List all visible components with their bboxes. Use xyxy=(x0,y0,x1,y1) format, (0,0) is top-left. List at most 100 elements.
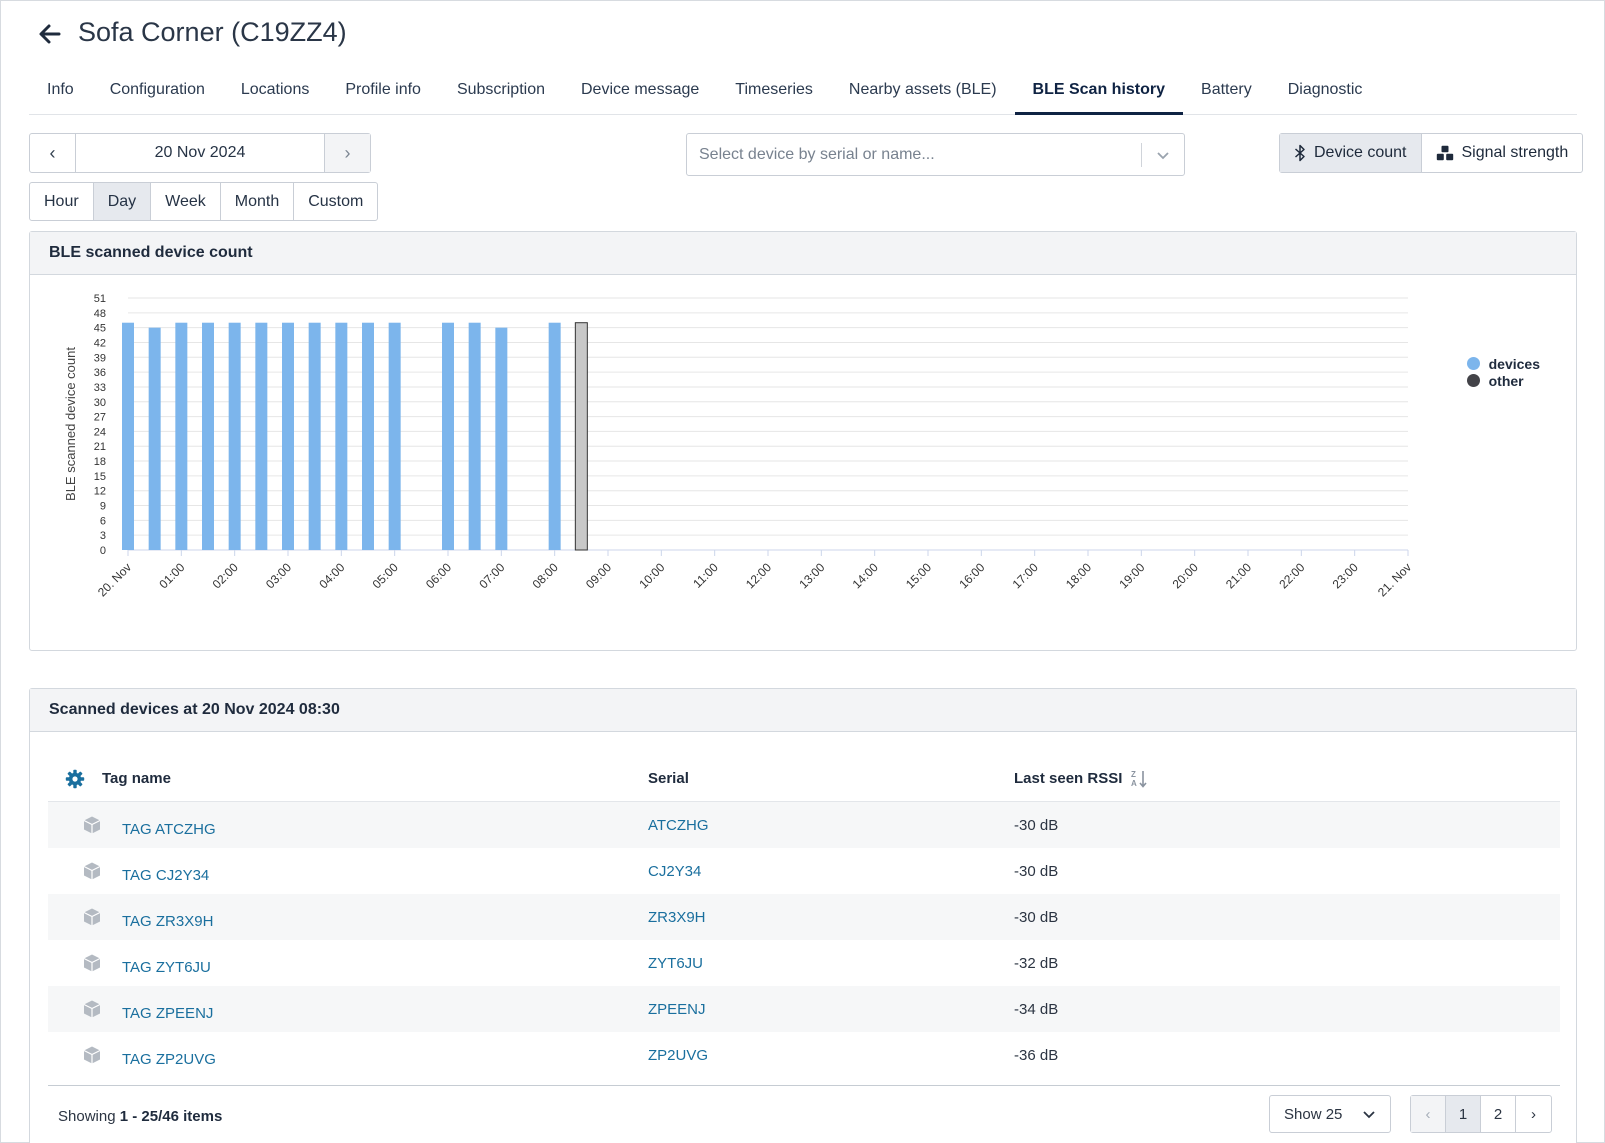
svg-text:Z: Z xyxy=(1131,770,1136,779)
tag-name-link[interactable]: TAG ATCZHG xyxy=(122,813,648,838)
sort-desc-icon[interactable]: Z A xyxy=(1130,769,1148,789)
tab-ble-scan-history[interactable]: BLE Scan history xyxy=(1014,73,1184,115)
chart-bar xyxy=(175,322,188,550)
serial-link[interactable]: ATCZHG xyxy=(648,817,1014,834)
x-tick-label: 23:00 xyxy=(1330,560,1361,591)
serial-link[interactable]: ZPEENJ xyxy=(648,1001,1014,1018)
arrow-left-icon xyxy=(39,24,61,44)
tag-name-link[interactable]: TAG ZP2UVG xyxy=(122,1043,648,1068)
column-header-serial[interactable]: Serial xyxy=(648,770,1014,787)
y-tick-label: 3 xyxy=(100,530,106,542)
chart-bar xyxy=(255,322,268,550)
cubes-icon xyxy=(1436,145,1453,160)
table-row[interactable]: TAG ZYT6JU ZYT6JU -32 dB xyxy=(48,940,1560,986)
signal-strength-button[interactable]: Signal strength xyxy=(1422,134,1583,172)
row-icon-cell xyxy=(48,861,102,881)
row-icon-cell xyxy=(48,953,102,973)
chevron-down-icon xyxy=(1363,1111,1375,1119)
column-header-rssi[interactable]: Last seen RSSI Z A xyxy=(1014,769,1314,789)
svg-text:A: A xyxy=(1131,779,1137,788)
table-panel-title: Scanned devices at 20 Nov 2024 08:30 xyxy=(30,689,1576,732)
x-tick-label: 16:00 xyxy=(956,560,987,591)
pagination-info-prefix: Showing xyxy=(58,1108,120,1125)
table-row[interactable]: TAG ATCZHG ATCZHG -30 dB xyxy=(48,802,1560,848)
tab-battery[interactable]: Battery xyxy=(1183,73,1270,115)
column-header-tag-name[interactable]: Tag name xyxy=(102,770,648,787)
serial-link[interactable]: ZR3X9H xyxy=(648,909,1014,926)
x-tick-label: 13:00 xyxy=(796,560,827,591)
period-hour-button[interactable]: Hour xyxy=(30,183,94,220)
y-tick-label: 48 xyxy=(94,308,106,320)
cube-icon xyxy=(83,816,101,834)
tag-name-link[interactable]: TAG ZYT6JU xyxy=(122,951,648,976)
cube-icon xyxy=(83,1046,101,1064)
chart-bar xyxy=(282,322,294,550)
period-day-button[interactable]: Day xyxy=(93,183,152,220)
back-button[interactable] xyxy=(35,19,65,49)
legend-dot-other xyxy=(1466,374,1480,387)
serial-link[interactable]: ZYT6JU xyxy=(648,955,1014,972)
device-count-label: Device count xyxy=(1314,144,1407,161)
x-tick-label: 20. Nov xyxy=(95,560,134,599)
table-row[interactable]: TAG ZP2UVG ZP2UVG -36 dB xyxy=(48,1032,1560,1078)
x-tick-label: 21. Nov xyxy=(1375,560,1414,599)
chart-mode-toggle: Device count Signal strength xyxy=(1279,133,1584,173)
row-icon-cell xyxy=(48,999,102,1019)
current-date[interactable]: 20 Nov 2024 xyxy=(76,134,324,172)
chart-bar xyxy=(308,322,321,550)
x-tick-label: 15:00 xyxy=(903,560,934,591)
period-custom-button[interactable]: Custom xyxy=(294,183,377,220)
page-size-select[interactable]: Show 25 xyxy=(1269,1095,1391,1133)
serial-link[interactable]: CJ2Y34 xyxy=(648,863,1014,880)
next-page-button[interactable]: › xyxy=(1516,1096,1551,1132)
legend-label-other: other xyxy=(1488,372,1524,389)
table-settings-button[interactable] xyxy=(48,769,102,789)
serial-link[interactable]: ZP2UVG xyxy=(648,1047,1014,1064)
chart-bar xyxy=(468,322,481,550)
rssi-value: -34 dB xyxy=(1014,1000,1059,1018)
page-1-button[interactable]: 1 xyxy=(1446,1096,1481,1132)
tag-name-link[interactable]: TAG ZR3X9H xyxy=(122,905,648,930)
chart-panel-title: BLE scanned device count xyxy=(30,232,1576,275)
y-tick-label: 24 xyxy=(94,426,106,438)
tab-diagnostic[interactable]: Diagnostic xyxy=(1270,73,1381,115)
scanned-devices-panel: Scanned devices at 20 Nov 2024 08:30 Tag… xyxy=(29,688,1577,1143)
legend-label-devices: devices xyxy=(1488,355,1540,372)
tab-info[interactable]: Info xyxy=(29,73,92,115)
tab-timeseries[interactable]: Timeseries xyxy=(717,73,831,115)
device-count-button[interactable]: Device count xyxy=(1280,134,1422,172)
table-divider xyxy=(48,1085,1560,1086)
cube-icon xyxy=(83,954,101,972)
period-month-button[interactable]: Month xyxy=(221,183,295,220)
page-2-button[interactable]: 2 xyxy=(1481,1096,1516,1132)
y-tick-label: 45 xyxy=(94,323,106,335)
tab-nearby-assets[interactable]: Nearby assets (BLE) xyxy=(831,73,1015,115)
previous-page-button[interactable]: ‹ xyxy=(1411,1096,1446,1132)
chart-bar xyxy=(202,322,214,550)
y-tick-label: 27 xyxy=(94,412,106,424)
legend-item-devices[interactable]: devices xyxy=(1466,355,1540,372)
x-tick-label: 21:00 xyxy=(1223,560,1254,591)
table-row[interactable]: TAG CJ2Y34 CJ2Y34 -30 dB xyxy=(48,848,1560,894)
legend-dot-devices xyxy=(1466,357,1480,370)
table-row[interactable]: TAG ZR3X9H ZR3X9H -30 dB xyxy=(48,894,1560,940)
tag-name-link[interactable]: TAG CJ2Y34 xyxy=(122,859,648,884)
chevron-down-icon[interactable] xyxy=(1142,147,1184,163)
period-week-button[interactable]: Week xyxy=(151,183,221,220)
tab-subscription[interactable]: Subscription xyxy=(439,73,563,115)
tab-profile-info[interactable]: Profile info xyxy=(327,73,439,115)
previous-date-button[interactable]: ‹ xyxy=(30,134,76,172)
x-tick-label: 17:00 xyxy=(1010,560,1041,591)
tab-device-message[interactable]: Device message xyxy=(563,73,717,115)
y-axis-title: BLE scanned device count xyxy=(63,347,78,501)
tab-locations[interactable]: Locations xyxy=(223,73,328,115)
x-tick-label: 20:00 xyxy=(1170,560,1201,591)
row-icon-cell xyxy=(48,1045,102,1065)
legend-item-other[interactable]: other xyxy=(1466,372,1540,389)
chart-panel: BLE scanned device count 0 3 6 9 12 15 18 21 24 2… xyxy=(29,231,1577,651)
tab-configuration[interactable]: Configuration xyxy=(92,73,223,115)
table-row[interactable]: TAG ZPEENJ ZPEENJ -34 dB xyxy=(48,986,1560,1032)
tag-name-link[interactable]: TAG ZPEENJ xyxy=(122,997,648,1022)
device-select[interactable]: Select device by serial or name... xyxy=(686,133,1185,176)
next-date-button[interactable]: › xyxy=(324,134,370,172)
